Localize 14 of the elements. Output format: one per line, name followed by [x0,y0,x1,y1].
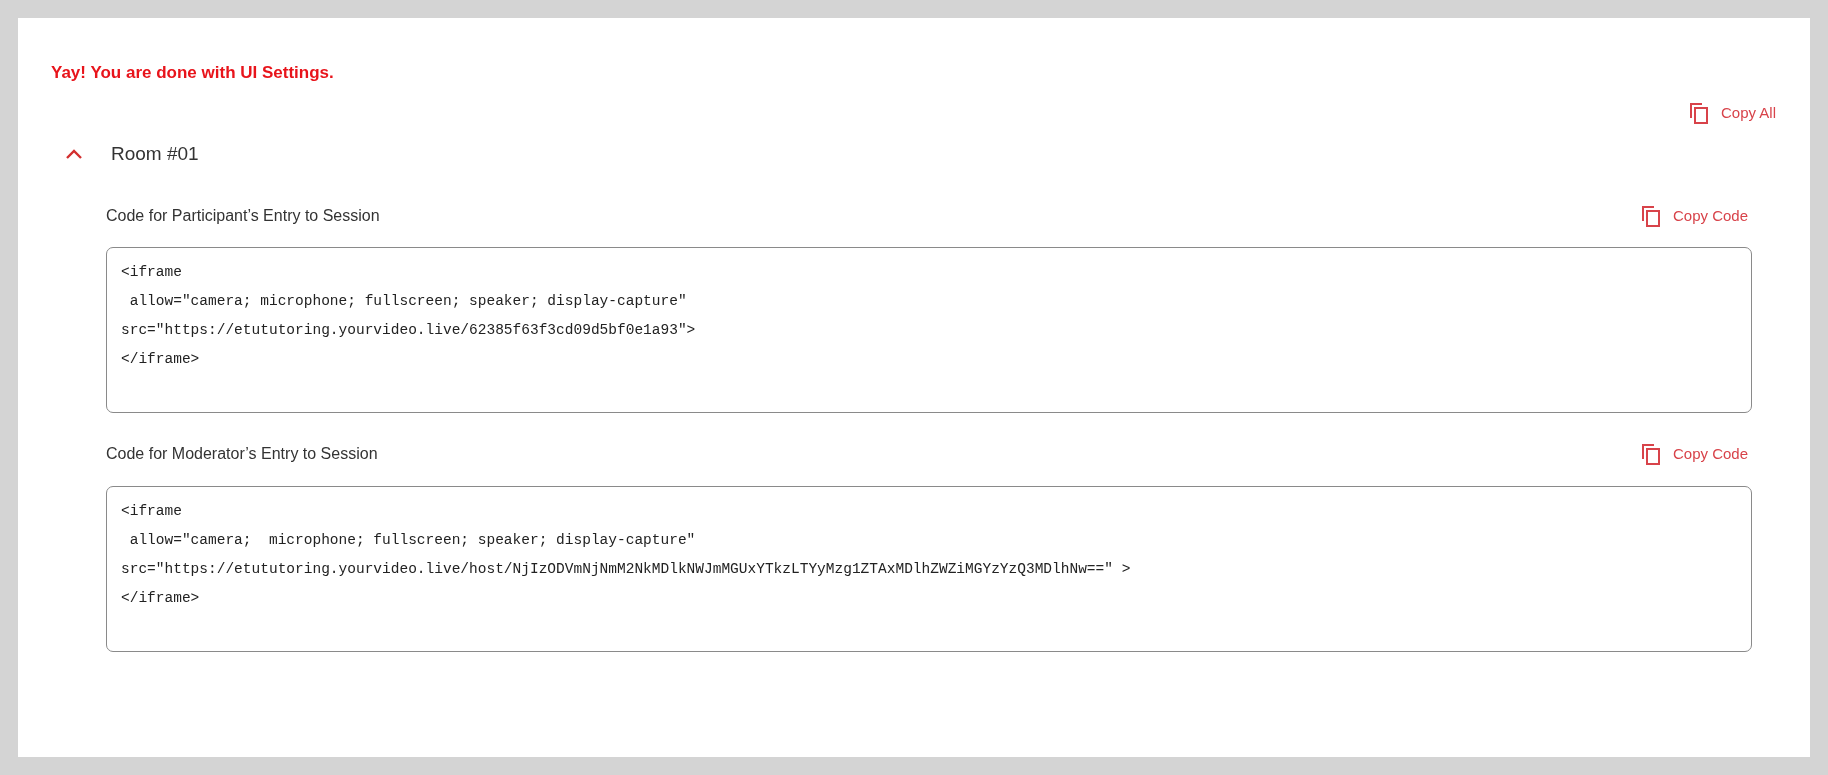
room-title: Room #01 [111,142,199,166]
copy-icon [1640,204,1661,227]
code-label: Code for Moderator’s Entry to Session [106,444,378,465]
copy-button[interactable]: Copy Code [1636,202,1752,229]
copy-button[interactable]: Copy Code [1636,441,1752,468]
copy-icon [1688,101,1709,124]
code-box: <iframe allow="camera; microphone; fullscreen; speaker; display-capture" src="https://etututoring.yourvideo.live/host/NjIzODVmNjNmM2NkMDlkNWJmMGUxYTkzLTYyMzg1ZTAxMDlhZWZiMGYzYzQ3MDlhNw==" > </iframe> [106,485,1752,652]
copy-button[interactable]: Copy All [1684,99,1780,126]
copy-icon [1640,443,1661,466]
collapse-toggle[interactable] [65,148,83,161]
code-box: <iframe allow="camera; microphone; fullscreen; speaker; display-capture" src="https://etututoring.yourvideo.live/62385f63f3cd09d5bf0e1a93"> </iframe> [106,247,1752,413]
chevron-up-icon [65,148,83,161]
success-message: Yay! You are done with UI Settings. [51,62,335,84]
code-label: Code for Participant’s Entry to Session [106,205,380,226]
